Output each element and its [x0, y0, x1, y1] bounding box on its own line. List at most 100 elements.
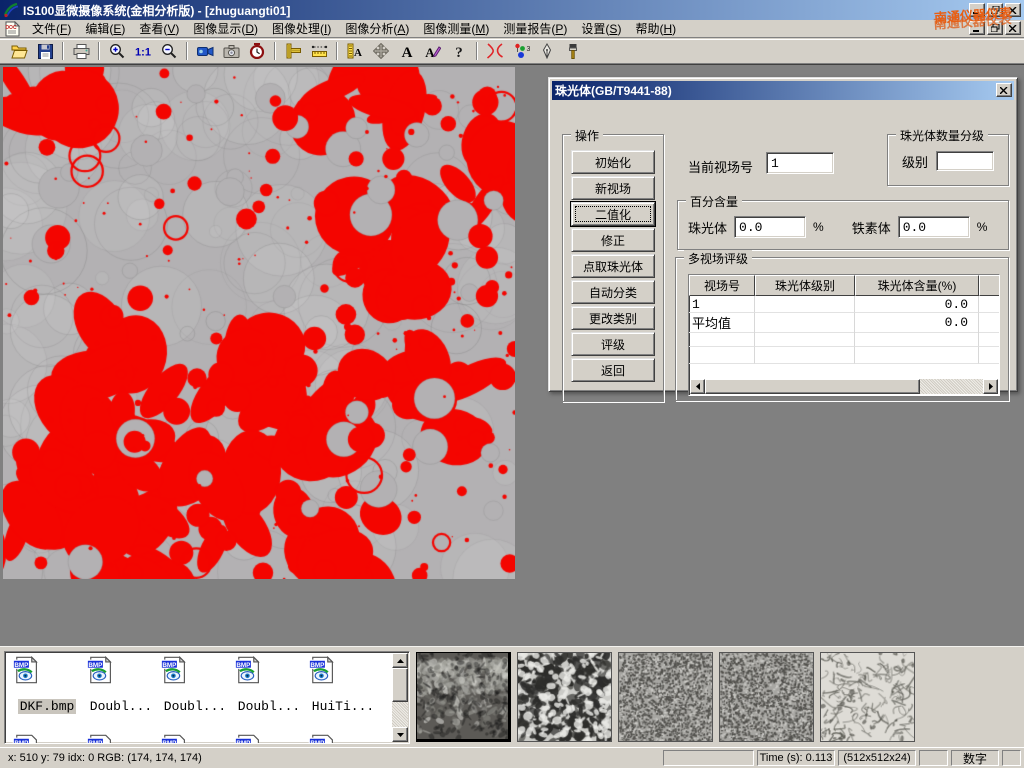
binarize-button[interactable]: 二值化: [571, 202, 655, 226]
menu-file[interactable]: 文件(F): [25, 21, 78, 37]
correct-button[interactable]: 修正: [571, 228, 655, 252]
help-button[interactable]: ?: [447, 40, 471, 62]
auto-classify-button[interactable]: 自动分类: [571, 280, 655, 304]
mdi-restore-button[interactable]: [987, 21, 1003, 35]
svg-text:?: ?: [455, 45, 463, 59]
measure-line-button[interactable]: [307, 40, 331, 62]
thumbnail-image[interactable]: [517, 652, 612, 742]
dialog-title-bar[interactable]: 珠光体(GB/T9441-88): [552, 81, 1014, 100]
bmp-file-icon: BMP: [85, 656, 115, 684]
toolbar-separator: [98, 42, 100, 60]
move-cross-button[interactable]: [369, 40, 393, 62]
menu-view[interactable]: 查看(V): [132, 21, 186, 37]
file-name[interactable]: DKF.bmp: [18, 699, 77, 714]
file-item[interactable]: BMP DKF.bmp: [11, 656, 83, 714]
menu-image-display[interactable]: 图像显示(D): [186, 21, 265, 37]
current-view-label: 当前视场号: [688, 157, 753, 176]
curve-cut-button[interactable]: [483, 40, 507, 62]
file-item[interactable]: BMP: [11, 734, 83, 744]
document-icon[interactable]: DOC: [4, 21, 22, 37]
table-row[interactable]: [689, 347, 999, 364]
file-item[interactable]: BMP: [85, 734, 157, 744]
restore-button[interactable]: [987, 3, 1003, 17]
file-item[interactable]: BMP Doubl...: [159, 656, 231, 714]
change-class-button[interactable]: 更改类别: [571, 306, 655, 330]
thumbnail-image[interactable]: [618, 652, 713, 742]
rating-table-group: 多视场评级 视场号 珠光体级别 珠光体含量(%) 铁素体 10.0 平均值0.0: [675, 257, 1009, 401]
col-field-no[interactable]: 视场号: [689, 275, 755, 296]
zoom-in-button[interactable]: [105, 40, 129, 62]
new-field-button[interactable]: 新视场: [571, 176, 655, 200]
ferrite-percent-input[interactable]: 0.0: [898, 216, 970, 238]
metallograph-image[interactable]: [3, 67, 515, 579]
menu-image-analysis[interactable]: 图像分析(A): [338, 21, 416, 37]
menu-image-process[interactable]: 图像处理(I): [265, 21, 338, 37]
print-button[interactable]: [69, 40, 93, 62]
file-item[interactable]: BMP: [233, 734, 305, 744]
scroll-up-button[interactable]: [392, 653, 408, 668]
file-item[interactable]: BMP HuiTi...: [307, 656, 379, 714]
thumbnail-image[interactable]: [820, 652, 915, 742]
file-name[interactable]: Doubl...: [88, 699, 154, 714]
file-item[interactable]: BMP: [159, 734, 231, 744]
pearlite-percent-input[interactable]: 0.0: [734, 216, 806, 238]
close-button[interactable]: [1005, 3, 1021, 17]
grade-group: 珠光体数量分级 级别: [887, 134, 1009, 186]
menu-settings[interactable]: 设置(S): [574, 21, 628, 37]
picker-pen-button[interactable]: [535, 40, 559, 62]
return-button[interactable]: 返回: [571, 358, 655, 382]
col-pearlite-grade[interactable]: 珠光体级别: [755, 275, 855, 296]
svg-text:BMP: BMP: [162, 740, 176, 744]
calibrate-ruler-button[interactable]: A: [343, 40, 367, 62]
file-item[interactable]: BMP Doubl...: [85, 656, 157, 714]
scroll-thumb[interactable]: [392, 668, 408, 702]
scroll-thumb[interactable]: [705, 379, 920, 394]
init-button[interactable]: 初始化: [571, 150, 655, 174]
thumbnail-image[interactable]: [416, 652, 511, 742]
file-item[interactable]: BMP: [307, 734, 379, 744]
col-pearlite-content[interactable]: 珠光体含量(%): [855, 275, 979, 296]
file-list-scrollbar[interactable]: [392, 653, 408, 742]
rate-button[interactable]: 评级: [571, 332, 655, 356]
file-name[interactable]: HuiTi...: [310, 699, 376, 714]
scroll-down-button[interactable]: [392, 727, 408, 742]
caliper-button[interactable]: [281, 40, 305, 62]
table-row[interactable]: 平均值0.0: [689, 313, 999, 330]
svg-text:BMP: BMP: [236, 662, 250, 669]
scroll-left-button[interactable]: [690, 379, 705, 394]
dialog-close-button[interactable]: [996, 83, 1012, 97]
menu-image-measure[interactable]: 图像测量(M): [416, 21, 496, 37]
col-ferrite[interactable]: 铁素体: [979, 275, 1000, 296]
menu-edit[interactable]: 编辑(E): [78, 21, 132, 37]
menu-report[interactable]: 测量报告(P): [496, 21, 574, 37]
minimize-button[interactable]: [969, 3, 985, 17]
svg-text:1:1: 1:1: [135, 47, 151, 59]
actual-size-button[interactable]: 1:1: [131, 40, 155, 62]
grade-input[interactable]: [936, 151, 994, 171]
menu-help[interactable]: 帮助(H): [628, 21, 683, 37]
paint-brush-button[interactable]: [561, 40, 585, 62]
still-camera-button[interactable]: [219, 40, 243, 62]
file-item[interactable]: BMP Doubl...: [233, 656, 305, 714]
file-name[interactable]: Doubl...: [162, 699, 228, 714]
svg-text:BMP: BMP: [310, 662, 324, 669]
video-camera-button[interactable]: [193, 40, 217, 62]
pick-pearlite-button[interactable]: 点取珠光体: [571, 254, 655, 278]
table-row[interactable]: 10.0: [689, 296, 999, 313]
scroll-right-button[interactable]: [983, 379, 998, 394]
annotate-button[interactable]: A: [421, 40, 445, 62]
mdi-minimize-button[interactable]: [969, 21, 985, 35]
classify-balls-button[interactable]: 3: [509, 40, 533, 62]
mdi-close-button[interactable]: [1005, 21, 1021, 35]
svg-text:BMP: BMP: [310, 740, 324, 744]
file-name[interactable]: Doubl...: [236, 699, 302, 714]
table-horizontal-scrollbar[interactable]: [690, 379, 998, 394]
zoom-out-button[interactable]: [157, 40, 181, 62]
open-button[interactable]: [7, 40, 31, 62]
current-view-input[interactable]: 1: [766, 152, 834, 174]
thumbnail-image[interactable]: [719, 652, 814, 742]
save-button[interactable]: [33, 40, 57, 62]
table-row[interactable]: [689, 330, 999, 347]
timer-button[interactable]: [245, 40, 269, 62]
text-a-button[interactable]: A: [395, 40, 419, 62]
